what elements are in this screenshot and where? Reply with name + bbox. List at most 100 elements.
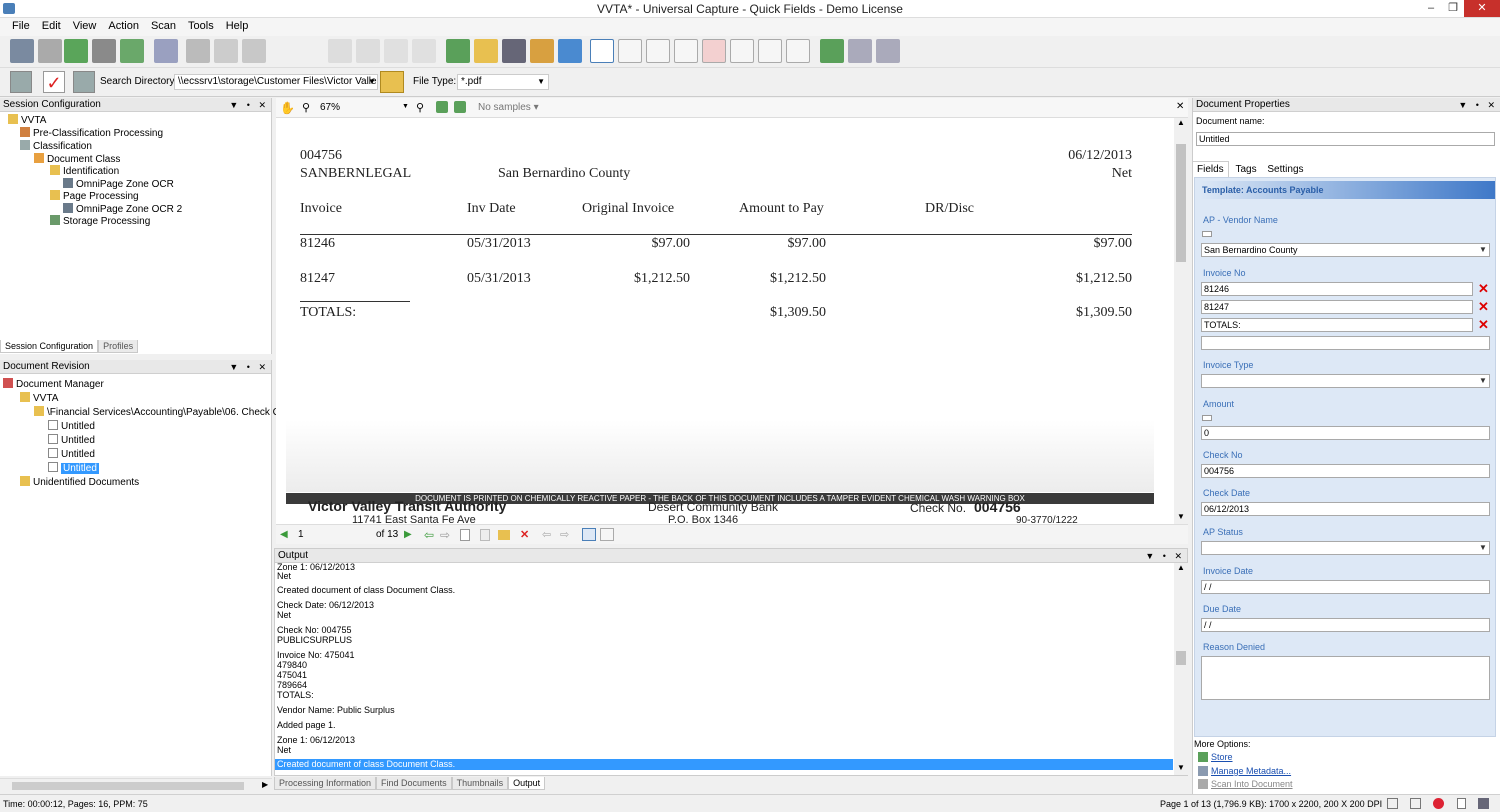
zoom-icon[interactable]: ⚲ xyxy=(302,101,310,114)
remove-value-icon[interactable]: ✕ xyxy=(1478,300,1489,313)
panel-controls-icon[interactable]: ▼ • ✕ xyxy=(229,98,269,112)
window-icon[interactable] xyxy=(848,39,872,63)
open-folder-icon[interactable] xyxy=(474,39,498,63)
pages-icon[interactable] xyxy=(1410,798,1421,809)
tab-session-configuration[interactable]: Session Configuration xyxy=(0,340,99,353)
file-type-select[interactable]: *.pdf ▼ xyxy=(457,74,549,90)
remove-value-icon[interactable]: ✕ xyxy=(1478,318,1489,331)
tree-item-unidentified[interactable]: Unidentified Documents xyxy=(20,476,139,490)
scanner-icon[interactable] xyxy=(92,39,116,63)
tab-settings[interactable]: Settings xyxy=(1263,162,1307,177)
info-icon[interactable] xyxy=(730,39,754,63)
samples-dropdown[interactable]: No samples ▾ xyxy=(478,102,539,113)
config-icon[interactable] xyxy=(10,71,32,93)
new-page-icon[interactable] xyxy=(460,529,470,541)
copy-page-icon[interactable] xyxy=(480,529,490,541)
redo-icon[interactable] xyxy=(356,39,380,63)
amount-input[interactable]: 0 xyxy=(1201,426,1490,440)
tree-item-folder-path[interactable]: \Financial Services\Accounting\Payable\0… xyxy=(34,406,285,420)
save-icon[interactable] xyxy=(1478,798,1489,809)
tree-item-page-processing[interactable]: Page Processing xyxy=(50,190,139,204)
output-scrollbar[interactable]: ▲ ▼ xyxy=(1174,563,1188,775)
tree-item-vvta[interactable]: VVTA xyxy=(20,392,58,406)
check-date-input[interactable]: 06/12/2013 xyxy=(1201,502,1490,516)
save-icon[interactable] xyxy=(502,39,526,63)
scrollbar-thumb[interactable] xyxy=(1176,651,1186,665)
upload-icon[interactable] xyxy=(558,39,582,63)
tab-processing-information[interactable]: Processing Information xyxy=(274,777,377,790)
settings-icon[interactable] xyxy=(758,39,782,63)
log-line-selected[interactable]: Created document of class Document Class… xyxy=(275,759,1173,770)
menu-edit[interactable]: Edit xyxy=(36,18,67,32)
invoice-date-input[interactable]: / / xyxy=(1201,580,1490,594)
cancel-icon[interactable] xyxy=(38,39,62,63)
close-icon[interactable]: ✕ xyxy=(1464,0,1500,17)
check-no-input[interactable]: 004756 xyxy=(1201,464,1490,478)
invoice-no-input-new[interactable] xyxy=(1201,336,1490,350)
view-list-icon[interactable] xyxy=(646,39,670,63)
tab-fields[interactable]: Fields xyxy=(1192,161,1229,177)
paste-icon[interactable] xyxy=(242,39,266,63)
rotate-right-icon[interactable] xyxy=(412,39,436,63)
menu-scan[interactable]: Scan xyxy=(145,18,182,32)
scrollbar-thumb[interactable] xyxy=(12,782,244,790)
menu-file[interactable]: File xyxy=(6,18,36,32)
scan-icon[interactable] xyxy=(10,39,34,63)
vendor-name-select[interactable]: San Bernardino County ▼ xyxy=(1201,243,1490,257)
run-icon[interactable] xyxy=(120,39,144,63)
ap-status-select[interactable]: ▼ xyxy=(1201,541,1490,555)
rotate-left-icon[interactable] xyxy=(384,39,408,63)
tree-item-identification[interactable]: Identification xyxy=(50,165,119,179)
tree-item-untitled-2[interactable]: Untitled xyxy=(48,434,95,448)
copy-icon[interactable] xyxy=(214,39,238,63)
chevron-down-icon[interactable]: ▼ xyxy=(402,103,409,110)
next-page-icon[interactable]: ▶ xyxy=(404,529,412,540)
scroll-up-icon[interactable]: ▲ xyxy=(1177,118,1185,127)
tree-item-untitled-1[interactable]: Untitled xyxy=(48,420,95,434)
document-name-input[interactable]: Untitled xyxy=(1196,132,1495,146)
delete-page-icon[interactable]: ✕ xyxy=(520,528,529,541)
list-icon[interactable] xyxy=(154,39,178,63)
scroll-down-icon[interactable]: ▼ xyxy=(1177,512,1185,521)
zoom-value[interactable]: 67% xyxy=(320,102,340,113)
horizontal-scrollbar[interactable] xyxy=(0,778,272,792)
play-icon[interactable] xyxy=(820,39,844,63)
import-icon[interactable] xyxy=(446,39,470,63)
search-directory-input[interactable]: \\ecssrv1\storage\Customer Files\Victor … xyxy=(174,74,378,90)
text-view-icon[interactable] xyxy=(600,528,614,541)
layout-icon[interactable] xyxy=(1387,798,1398,809)
restore-icon[interactable]: ❐ xyxy=(1440,0,1466,17)
tree-item-untitled-4-selected[interactable]: Untitled xyxy=(48,462,99,476)
zoom-out-icon[interactable]: ⚲ xyxy=(416,101,424,114)
page-number-input[interactable]: 1 xyxy=(298,529,304,540)
store-link[interactable]: Store xyxy=(1211,752,1233,762)
panel-controls-icon[interactable]: ▼ • ✕ xyxy=(1458,98,1498,112)
tree-item-storage[interactable]: Storage Processing xyxy=(50,215,150,229)
document-icon[interactable] xyxy=(1457,798,1466,809)
check-icon[interactable]: ✓ xyxy=(43,71,65,93)
menu-view[interactable]: View xyxy=(67,18,103,32)
scroll-up-icon[interactable]: ▲ xyxy=(1177,563,1185,572)
browse-folder-icon[interactable] xyxy=(380,71,404,93)
cut-icon[interactable] xyxy=(186,39,210,63)
forward-icon[interactable]: ⇨ xyxy=(440,528,450,542)
rotate-left-icon[interactable] xyxy=(436,101,448,113)
chevron-right-icon[interactable]: ▶ xyxy=(262,780,268,789)
panel-controls-icon[interactable]: ▼ • ✕ xyxy=(229,360,269,374)
move-right-icon[interactable]: ⇨ xyxy=(560,528,569,541)
panel-controls-icon[interactable]: ▼ • ✕ xyxy=(1145,549,1185,563)
move-left-icon[interactable]: ⇦ xyxy=(542,528,551,541)
tree-item-untitled-3[interactable]: Untitled xyxy=(48,448,95,462)
tab-thumbnails[interactable]: Thumbnails xyxy=(451,777,509,790)
tab-profiles[interactable]: Profiles xyxy=(98,340,139,353)
scan-into-document-link[interactable]: Scan Into Document xyxy=(1211,779,1293,789)
invoice-no-input-1[interactable]: 81246 xyxy=(1201,282,1473,296)
tree-item-classification[interactable]: Classification xyxy=(20,140,92,154)
tab-find-documents[interactable]: Find Documents xyxy=(376,777,452,790)
chevron-down-icon[interactable]: ▼ xyxy=(368,77,376,86)
invoice-type-select[interactable]: ▼ xyxy=(1201,374,1490,388)
prev-page-icon[interactable]: ◀ xyxy=(280,529,288,540)
rotate-right-icon[interactable] xyxy=(454,101,466,113)
invoice-no-input-3[interactable]: TOTALS: xyxy=(1201,318,1473,332)
tab-tags[interactable]: Tags xyxy=(1231,162,1260,177)
